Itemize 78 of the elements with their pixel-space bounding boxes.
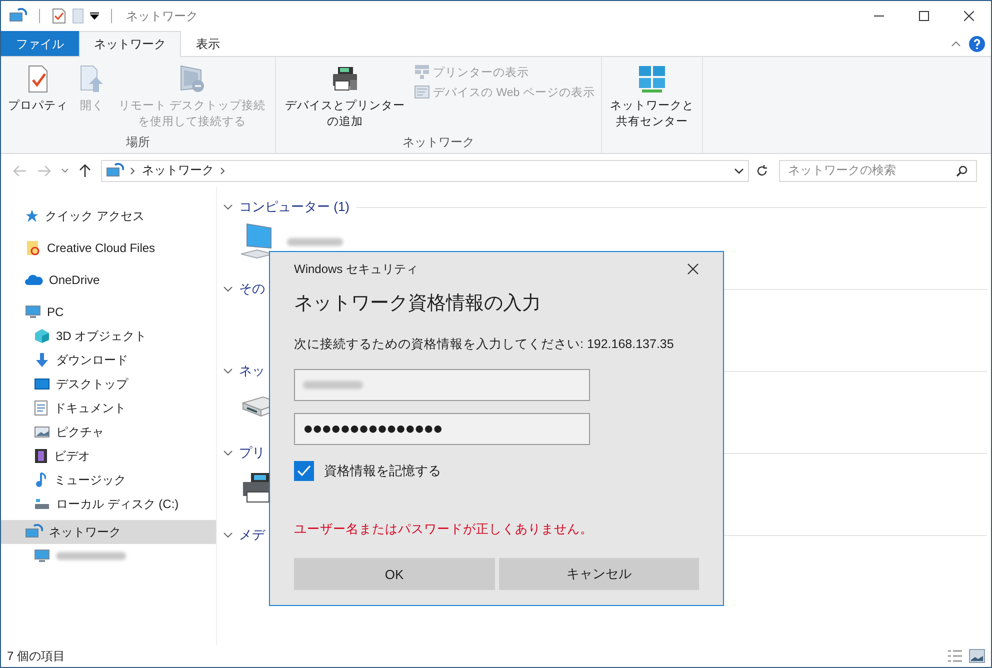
chevron-icon[interactable] <box>220 166 226 174</box>
group-heading[interactable]: プリ <box>239 444 265 462</box>
help-icon[interactable] <box>969 36 985 52</box>
dialog-title: Windows セキュリティ <box>294 260 420 278</box>
document-icon <box>34 400 48 416</box>
sidebar-item[interactable]: ビデオ <box>1 444 216 468</box>
sidebar-item[interactable]: クイック アクセス <box>1 204 216 228</box>
username-field[interactable] <box>294 369 590 401</box>
close-icon[interactable] <box>687 263 699 275</box>
dialog-button[interactable]: キャンセル <box>498 558 699 590</box>
chevron-icon[interactable] <box>223 532 233 538</box>
cube-icon <box>34 328 50 344</box>
checkbox[interactable] <box>294 461 314 481</box>
sidebar-item[interactable]: ローカル ディスク (C:) <box>1 492 216 516</box>
dialog-heading: ネットワーク資格情報の入力 <box>294 292 542 316</box>
monitor-icon <box>34 549 50 563</box>
ribbon-tab[interactable]: ファイル <box>1 31 79 56</box>
sidebar-item[interactable]: PC <box>1 300 216 324</box>
film-icon <box>34 448 48 464</box>
chevron-icon[interactable] <box>223 450 233 456</box>
group-heading[interactable]: その <box>239 280 265 298</box>
star-icon <box>25 209 39 223</box>
group-label: 場所 <box>125 134 151 151</box>
up-icon[interactable] <box>79 164 91 178</box>
sidebar-item[interactable]: デスクトップ <box>1 372 216 396</box>
chevron-icon[interactable] <box>130 166 136 174</box>
sidebar-item[interactable]: ピクチャ <box>1 420 216 444</box>
music-note-icon <box>34 472 48 488</box>
window-title: ネットワーク <box>126 8 198 24</box>
checkbox-label[interactable]: 資格情報を記憶する <box>324 462 441 480</box>
ribbon-button[interactable]: デバイスとプリンターの追加 <box>280 61 410 132</box>
cloud-icon <box>25 274 43 286</box>
network-icon[interactable] <box>106 162 124 178</box>
sidebar-item[interactable]: OneDrive <box>1 268 216 292</box>
dialog-button[interactable]: OK <box>294 558 494 590</box>
maximize-icon[interactable] <box>918 11 928 21</box>
search-icon[interactable] <box>956 164 968 176</box>
ribbon-tab[interactable]: ネットワーク <box>79 31 181 57</box>
group-heading[interactable]: ネッ <box>239 362 265 380</box>
item-count: 7 個の項目 <box>7 648 66 664</box>
chevron-icon[interactable] <box>223 368 233 374</box>
ribbon-tab[interactable]: 表示 <box>181 31 235 57</box>
sidebar-item[interactable]: ダウンロード <box>1 348 216 372</box>
sidebar-item[interactable]: Creative Cloud Files <box>1 236 216 260</box>
desktop-icon <box>34 377 50 391</box>
sidebar-item[interactable]: ミュージック <box>1 468 216 492</box>
collapse-ribbon-icon[interactable] <box>951 40 961 46</box>
folder-icon <box>25 240 41 256</box>
large-icons-view-icon[interactable] <box>969 649 985 663</box>
ribbon-button[interactable]: プロパティ <box>5 61 71 116</box>
drive-icon <box>34 497 50 511</box>
download-icon <box>34 352 50 368</box>
details-view-icon[interactable] <box>947 649 963 663</box>
image-icon <box>34 425 50 439</box>
breadcrumb-item[interactable]: ネットワーク <box>142 162 214 179</box>
dropdown-icon[interactable] <box>734 168 744 174</box>
printer-grid-icon <box>414 64 430 80</box>
group-heading[interactable]: メデ <box>239 526 265 544</box>
caret-icon[interactable] <box>90 12 99 20</box>
sidebar-item[interactable]: ネットワーク <box>1 520 216 544</box>
web-page-icon <box>414 84 430 100</box>
chevron-icon[interactable] <box>223 204 233 210</box>
network-icon <box>25 524 43 540</box>
network-icon[interactable] <box>9 8 27 24</box>
monitor-icon <box>25 305 41 319</box>
group-heading[interactable]: コンピューター (1) <box>239 198 350 216</box>
minimize-icon[interactable] <box>874 15 884 17</box>
sidebar-item[interactable]: ドキュメント <box>1 396 216 420</box>
password-field[interactable]: ●●●●●●●●●●●●●●● <box>294 413 590 445</box>
ribbon-button[interactable]: ネットワークと共有センター <box>606 61 698 132</box>
chevron-icon[interactable] <box>223 286 233 292</box>
prompt-text: 次に接続するための資格情報を入力してください: 192.168.137.35 <box>294 336 675 353</box>
sidebar-item[interactable]: 3D オブジェクト <box>1 324 216 348</box>
close-icon[interactable] <box>964 11 974 21</box>
error-message: ユーザー名またはパスワードが正しくありません。 <box>294 521 594 538</box>
refresh-icon[interactable] <box>755 164 769 178</box>
group-label: ネットワーク <box>401 134 476 151</box>
properties-icon[interactable] <box>52 8 66 24</box>
